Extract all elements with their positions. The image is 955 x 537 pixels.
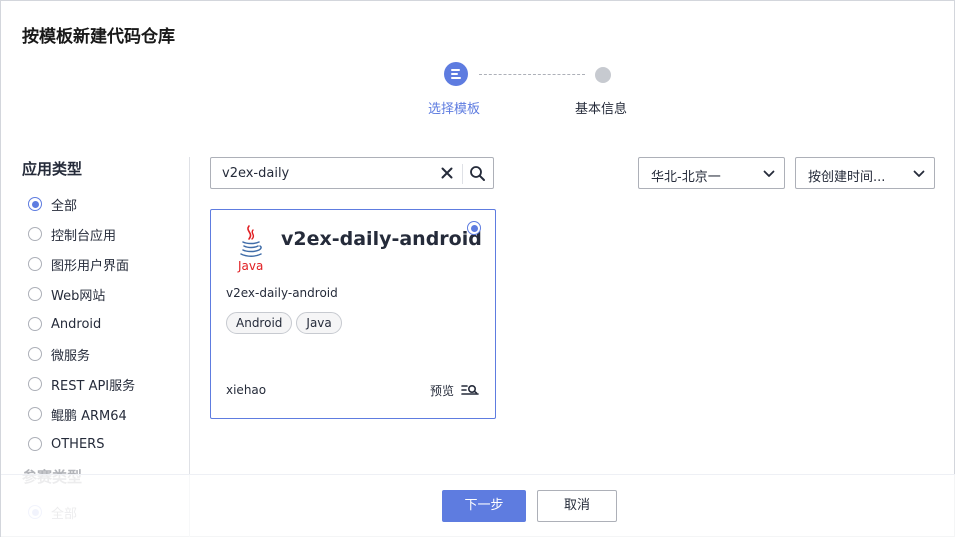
sort-select[interactable]: 按创建时间... xyxy=(795,157,935,189)
preview-button[interactable]: 预览 xyxy=(430,382,479,399)
option-label: OTHERS xyxy=(51,436,105,452)
radio-icon[interactable] xyxy=(28,227,42,241)
radio-checked-icon[interactable] xyxy=(28,197,42,211)
step-select-template-icon xyxy=(444,62,468,86)
radio-icon[interactable] xyxy=(28,257,42,271)
app-type-option-console[interactable]: 控制台应用 xyxy=(22,219,190,249)
search-icon[interactable] xyxy=(469,165,486,182)
step-select-template-label: 选择模板 xyxy=(428,102,481,117)
search-separator xyxy=(462,164,463,184)
app-type-option-kunpeng[interactable]: 鲲鹏 ARM64 xyxy=(22,399,190,429)
app-type-option-others[interactable]: OTHERS xyxy=(22,429,190,459)
next-step-button[interactable]: 下一步 xyxy=(442,490,526,522)
preview-icon[interactable] xyxy=(461,384,479,398)
region-select-value: 华北-北京一 xyxy=(651,170,721,185)
template-card[interactable]: Java v2ex-daily-android v2ex-daily-andro… xyxy=(210,209,496,419)
java-logo-icon: Java xyxy=(237,225,263,273)
template-tags: Android Java xyxy=(226,312,342,334)
app-type-option-android[interactable]: Android xyxy=(22,309,190,339)
template-name: v2ex-daily-android xyxy=(281,228,482,250)
sort-select-value: 按创建时间... xyxy=(808,170,886,185)
template-description: v2ex-daily-android xyxy=(226,286,338,300)
chevron-down-icon xyxy=(763,170,775,177)
preview-label: 预览 xyxy=(430,384,455,398)
option-label: 图形用户界面 xyxy=(51,258,130,274)
option-label: Android xyxy=(51,316,102,332)
region-select[interactable]: 华北-北京一 xyxy=(638,157,785,189)
tag-android: Android xyxy=(226,312,293,334)
tag-java: Java xyxy=(296,312,342,334)
step-basic-info-label: 基本信息 xyxy=(575,102,628,117)
radio-icon[interactable] xyxy=(28,407,42,421)
option-label: 微服务 xyxy=(51,348,91,364)
app-type-option-rest-api[interactable]: REST API服务 xyxy=(22,369,190,399)
template-search-box xyxy=(210,157,494,189)
template-select-radio[interactable] xyxy=(467,221,481,235)
template-author: xiehao xyxy=(226,383,267,397)
app-type-option-web[interactable]: Web网站 xyxy=(22,279,190,309)
app-type-title: 应用类型 xyxy=(22,160,83,178)
java-logo-text: Java xyxy=(237,259,263,273)
option-label: Web网站 xyxy=(51,288,106,304)
app-type-option-microservice[interactable]: 微服务 xyxy=(22,339,190,369)
close-icon[interactable] xyxy=(439,165,455,181)
app-type-radio-group: 全部 控制台应用 图形用户界面 Web网站 Android 微服务 REST A… xyxy=(22,189,190,459)
radio-icon[interactable] xyxy=(28,317,42,331)
radio-icon[interactable] xyxy=(28,437,42,451)
option-label: 全部 xyxy=(51,198,78,214)
cancel-button[interactable]: 取消 xyxy=(537,490,617,522)
app-type-option-all[interactable]: 全部 xyxy=(22,189,190,219)
radio-icon[interactable] xyxy=(28,377,42,391)
create-repo-dialog: 按模板新建代码仓库 选择模板 基本信息 应用类型 全部 控制台应用 图形用户界面 xyxy=(0,0,955,537)
radio-icon[interactable] xyxy=(28,287,42,301)
option-label: 控制台应用 xyxy=(51,228,117,244)
radio-icon[interactable] xyxy=(28,347,42,361)
option-label: 鲲鹏 ARM64 xyxy=(51,408,127,424)
step-basic-info-dot xyxy=(595,67,611,83)
option-label: REST API服务 xyxy=(51,378,136,394)
app-type-option-gui[interactable]: 图形用户界面 xyxy=(22,249,190,279)
search-input[interactable] xyxy=(211,158,441,188)
step-connector xyxy=(479,74,585,75)
dialog-title: 按模板新建代码仓库 xyxy=(22,27,175,47)
chevron-down-icon xyxy=(913,170,925,177)
